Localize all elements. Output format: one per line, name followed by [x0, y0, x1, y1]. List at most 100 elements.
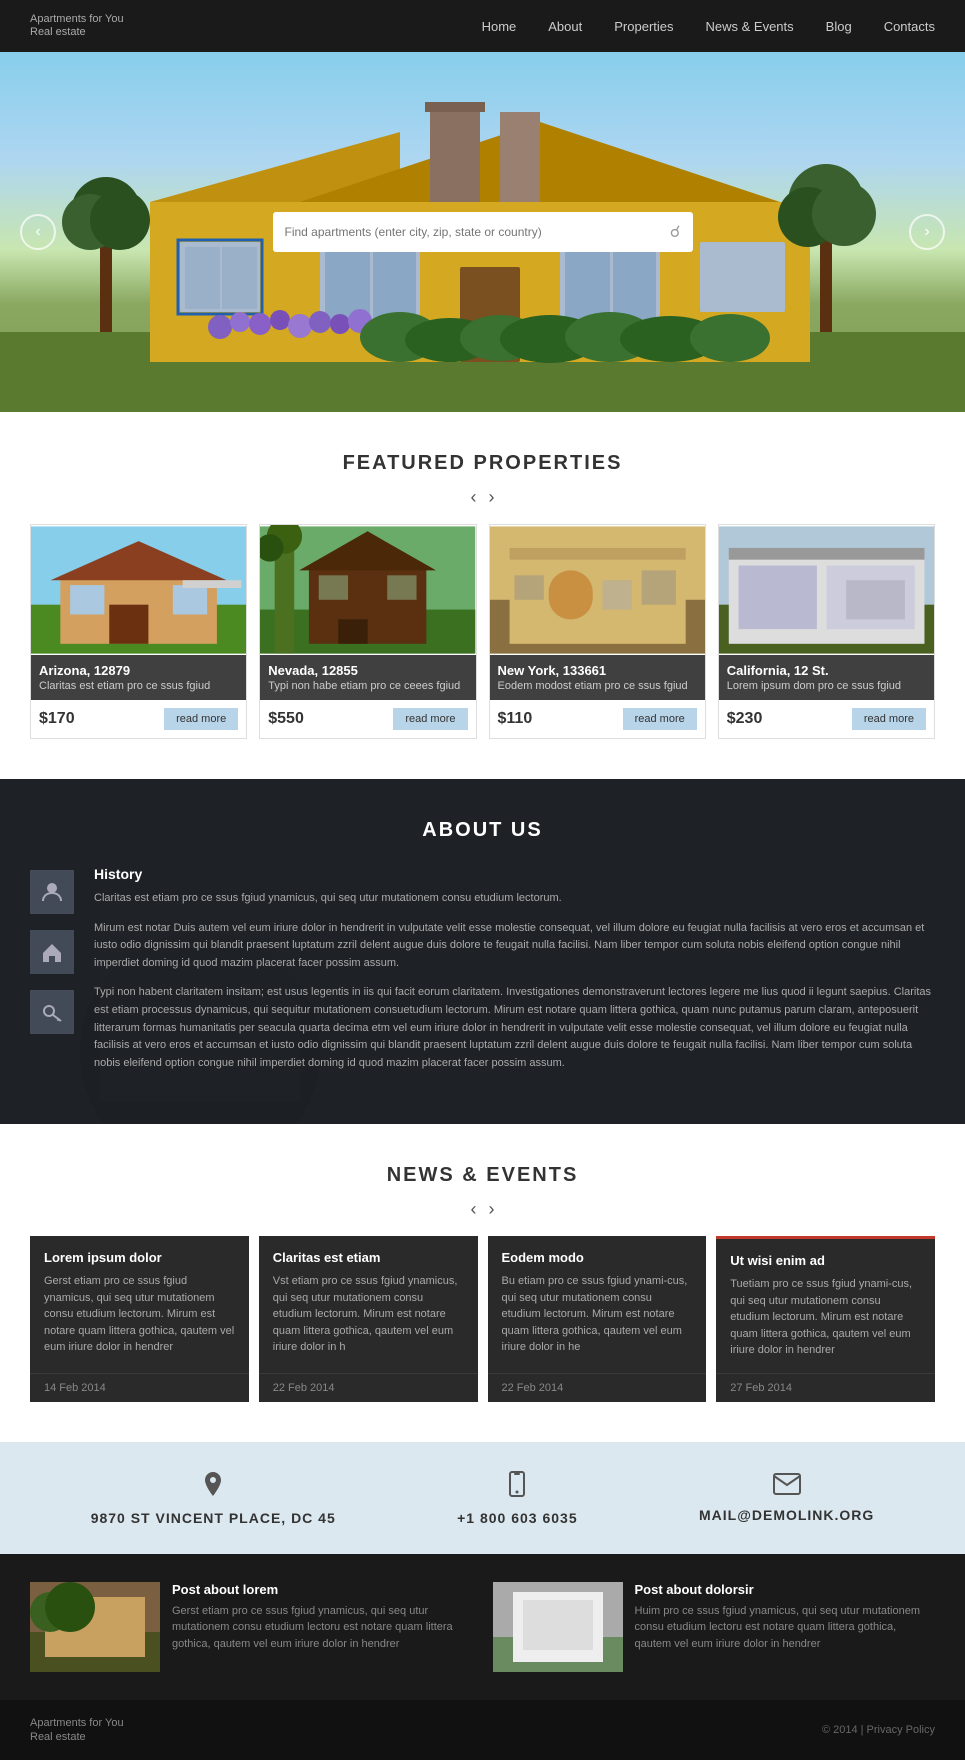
nav-home[interactable]: Home	[482, 19, 517, 34]
news-card-date: 27 Feb 2014	[716, 1373, 935, 1402]
nav-properties[interactable]: Properties	[614, 19, 673, 34]
nav-brand: Apartments for You Real estate	[30, 13, 124, 39]
news-card: Claritas est etiam Vst etiam pro ce ssus…	[259, 1236, 478, 1402]
blog-post-title: Post about dolorsir	[635, 1582, 936, 1597]
news-card: Ut wisi enim ad Tuetiam pro ce ssus fgiu…	[716, 1236, 935, 1402]
news-section: NEWS & EVENTS ‹ › Lorem ipsum dolor Gers…	[0, 1124, 965, 1442]
property-desc: Lorem ipsum dom pro ce ssus fgiud	[727, 680, 926, 692]
news-card-body: Claritas est etiam Vst etiam pro ce ssus…	[259, 1236, 478, 1373]
nav-blog[interactable]: Blog	[826, 19, 852, 34]
property-price: $170	[39, 710, 75, 728]
search-icon: ☌	[670, 222, 681, 242]
property-image	[719, 525, 934, 655]
news-card-text: Vst etiam pro ce ssus fgiud ynamicus, qu…	[273, 1273, 464, 1356]
featured-properties-section: FEATURED PROPERTIES ‹ › Arizona, 12879 C…	[0, 412, 965, 779]
about-text2: Mirum est notar Duis autem vel eum iriur…	[94, 920, 935, 973]
news-carousel-controls: ‹ ›	[30, 1199, 935, 1220]
nav-contacts[interactable]: Contacts	[884, 19, 935, 34]
news-card-date: 22 Feb 2014	[488, 1373, 707, 1402]
property-price: $550	[268, 710, 304, 728]
property-info: New York, 133661 Eodem modost etiam pro …	[490, 655, 705, 700]
property-name: California, 12 St.	[727, 663, 926, 678]
blog-post-content: Post about dolorsir Huim pro ce ssus fgi…	[635, 1582, 936, 1672]
property-price-row: $230 read more	[719, 700, 934, 738]
property-name: New York, 133661	[498, 663, 697, 678]
navbar: Apartments for You Real estate Home Abou…	[0, 0, 965, 52]
about-text3: Typi non habent claritatem insitam; est …	[94, 984, 935, 1072]
blog-post: Post about lorem Gerst etiam pro ce ssus…	[30, 1582, 473, 1672]
about-section: ABOUT US History Claritas est etiam pro …	[0, 779, 965, 1124]
footer-brand: Apartments for You Real estate	[30, 1716, 124, 1745]
footer: Apartments for You Real estate © 2014 | …	[0, 1700, 965, 1760]
property-info: Nevada, 12855 Typi non habe etiam pro ce…	[260, 655, 475, 700]
property-card: Nevada, 12855 Typi non habe etiam pro ce…	[259, 524, 476, 739]
blog-post-text: Gerst etiam pro ce ssus fgiud ynamicus, …	[172, 1603, 473, 1653]
property-desc: Eodem modost etiam pro ce ssus fgiud	[498, 680, 697, 692]
featured-title: FEATURED PROPERTIES	[30, 452, 935, 475]
news-card-title: Eodem modo	[502, 1250, 693, 1265]
property-card: Arizona, 12879 Claritas est etiam pro ce…	[30, 524, 247, 739]
blog-post-title: Post about lorem	[172, 1582, 473, 1597]
hero-next-button[interactable]: ›	[909, 214, 945, 250]
news-title: NEWS & EVENTS	[30, 1164, 935, 1187]
property-image	[260, 525, 475, 655]
featured-carousel-controls: ‹ ›	[30, 487, 935, 508]
property-read-more-button[interactable]: read more	[623, 708, 697, 730]
featured-prev-arrow[interactable]: ‹	[471, 487, 477, 508]
about-person-icon	[30, 870, 74, 914]
featured-next-arrow[interactable]: ›	[489, 487, 495, 508]
news-grid: Lorem ipsum dolor Gerst etiam pro ce ssu…	[30, 1236, 935, 1402]
news-card-title: Claritas est etiam	[273, 1250, 464, 1265]
property-read-more-button[interactable]: read more	[393, 708, 467, 730]
blog-post-content: Post about lorem Gerst etiam pro ce ssus…	[172, 1582, 473, 1672]
property-name: Arizona, 12879	[39, 663, 238, 678]
property-card: California, 12 St. Lorem ipsum dom pro c…	[718, 524, 935, 739]
about-title: ABOUT US	[30, 819, 935, 842]
property-info: California, 12 St. Lorem ipsum dom pro c…	[719, 655, 934, 700]
property-price-row: $110 read more	[490, 700, 705, 738]
blog-post-text: Huim pro ce ssus fgiud ynamicus, qui seq…	[635, 1603, 936, 1653]
property-desc: Typi non habe etiam pro ce ceees fgiud	[268, 680, 467, 692]
property-info: Arizona, 12879 Claritas est etiam pro ce…	[31, 655, 246, 700]
contact-bar: 9870 ST VINCENT PLACE, DC 45 +1 800 603 …	[0, 1442, 965, 1554]
blog-post-image	[30, 1582, 160, 1672]
search-input[interactable]	[285, 225, 662, 239]
property-price: $230	[727, 710, 763, 728]
property-read-more-button[interactable]: read more	[852, 708, 926, 730]
contact-phone-item: +1 800 603 6035	[457, 1470, 578, 1526]
property-image	[31, 525, 246, 655]
news-card-title: Lorem ipsum dolor	[44, 1250, 235, 1265]
nav-links: Home About Properties News & Events Blog…	[482, 19, 935, 34]
property-price-row: $550 read more	[260, 700, 475, 738]
contact-address-item: 9870 ST VINCENT PLACE, DC 45	[91, 1470, 336, 1526]
email-icon	[773, 1473, 801, 1501]
about-icon-list	[30, 866, 74, 1084]
property-read-more-button[interactable]: read more	[164, 708, 238, 730]
news-prev-arrow[interactable]: ‹	[471, 1199, 477, 1220]
blog-post: Post about dolorsir Huim pro ce ssus fgi…	[493, 1582, 936, 1672]
news-card: Eodem modo Bu etiam pro ce ssus fgiud yn…	[488, 1236, 707, 1402]
properties-grid: Arizona, 12879 Claritas est etiam pro ce…	[30, 524, 935, 739]
about-text1: Claritas est etiam pro ce ssus fgiud yna…	[94, 890, 935, 908]
location-icon	[201, 1470, 225, 1504]
hero-search-bar: ☌	[273, 212, 693, 252]
blog-post-image	[493, 1582, 623, 1672]
news-card-date: 22 Feb 2014	[259, 1373, 478, 1402]
contact-phone: +1 800 603 6035	[457, 1510, 578, 1526]
nav-about[interactable]: About	[548, 19, 582, 34]
news-card-date: 14 Feb 2014	[30, 1373, 249, 1402]
property-name: Nevada, 12855	[268, 663, 467, 678]
about-key-icon	[30, 990, 74, 1034]
phone-icon	[507, 1470, 527, 1504]
about-content: History Claritas est etiam pro ce ssus f…	[30, 866, 935, 1084]
news-card-body: Ut wisi enim ad Tuetiam pro ce ssus fgiu…	[716, 1239, 935, 1373]
news-card-text: Gerst etiam pro ce ssus fgiud ynamicus, …	[44, 1273, 235, 1356]
hero-section: ‹ ☌ ›	[0, 52, 965, 412]
news-card-title: Ut wisi enim ad	[730, 1253, 921, 1268]
news-next-arrow[interactable]: ›	[489, 1199, 495, 1220]
blog-section: Post about lorem Gerst etiam pro ce ssus…	[0, 1554, 965, 1700]
nav-news[interactable]: News & Events	[706, 19, 794, 34]
property-image	[490, 525, 705, 655]
hero-prev-button[interactable]: ‹	[20, 214, 56, 250]
contact-email-item: MAIL@DEMOLINK.ORG	[699, 1473, 874, 1523]
